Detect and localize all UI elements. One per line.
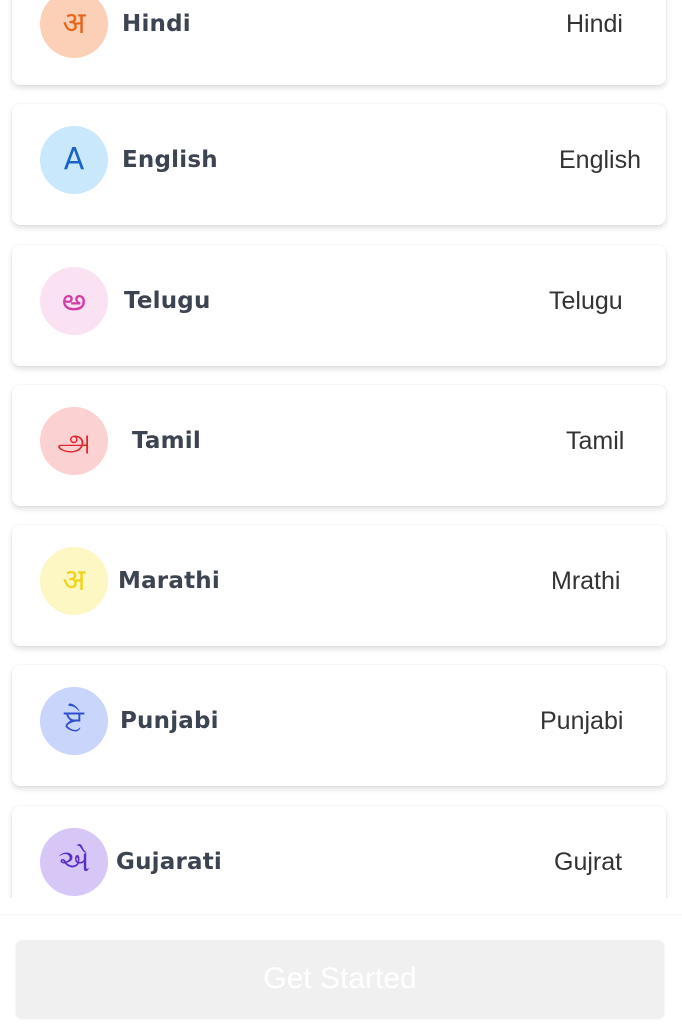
language-native-name: Mrathi — [551, 566, 621, 595]
language-native-name: English — [559, 145, 641, 174]
language-card-english[interactable]: A English English — [12, 104, 666, 225]
language-name: English — [122, 147, 218, 173]
language-selection-screen: अ Hindi Hindi A English English అ Telugu… — [0, 0, 682, 1024]
get-started-button[interactable]: Get Started — [16, 940, 664, 1018]
language-name: Telugu — [124, 288, 211, 314]
bottom-bar-divider — [0, 914, 682, 916]
language-name: Marathi — [118, 568, 220, 594]
language-name: Tamil — [132, 428, 201, 454]
tamil-letter-icon: அ — [40, 407, 108, 475]
language-name: Punjabi — [120, 708, 219, 734]
punjabi-letter-icon: ਏ — [40, 687, 108, 755]
marathi-letter-icon: अ — [40, 547, 108, 615]
language-native-name: Punjabi — [540, 706, 624, 735]
language-card-hindi[interactable]: अ Hindi Hindi — [12, 0, 666, 85]
gujarati-letter-icon: એ — [40, 828, 108, 896]
language-card-marathi[interactable]: अ Marathi Mrathi — [12, 525, 666, 646]
language-card-punjabi[interactable]: ਏ Punjabi Punjabi — [12, 665, 666, 786]
language-card-telugu[interactable]: అ Telugu Telugu — [12, 245, 666, 366]
language-native-name: Telugu — [549, 286, 623, 315]
language-name: Hindi — [122, 11, 191, 37]
english-letter-icon: A — [40, 126, 108, 194]
hindi-letter-icon: अ — [40, 0, 108, 58]
language-native-name: Hindi — [566, 9, 623, 38]
telugu-letter-icon: అ — [40, 267, 108, 335]
language-native-name: Tamil — [566, 426, 625, 455]
language-card-tamil[interactable]: அ Tamil Tamil — [12, 385, 666, 506]
